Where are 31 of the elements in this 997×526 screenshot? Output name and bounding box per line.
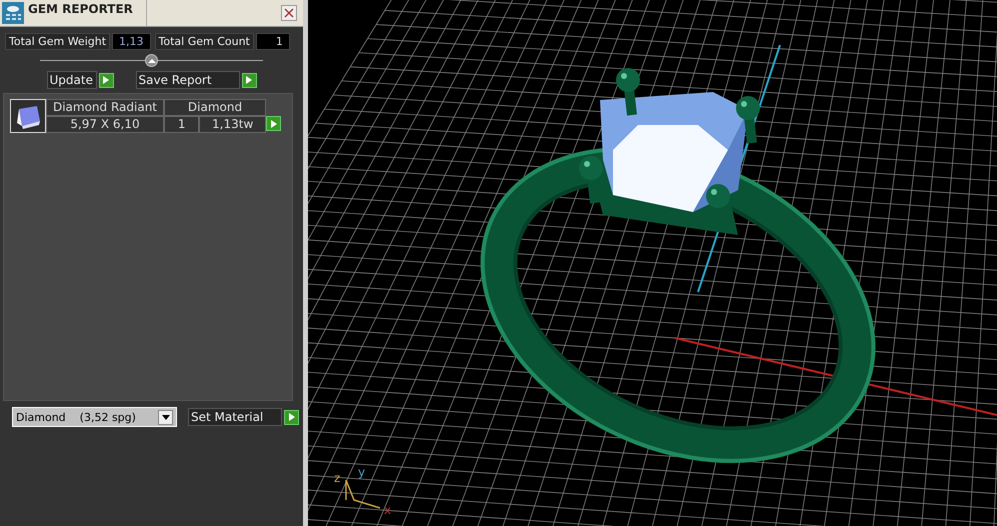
action-button[interactable]: Save Report [136,71,240,89]
play-icon [288,413,294,421]
set-material-button[interactable]: Set Material [188,408,282,426]
play-icon [246,76,252,84]
play-icon [270,120,276,128]
material-dropdown[interactable]: Diamond (3,52 spg) [12,407,177,427]
app-icon [2,2,24,24]
caret-up-icon [148,58,156,64]
stat-label: Total Gem Weight [5,33,110,50]
dropdown-value: Diamond [16,410,66,424]
table-cell: 5,97 X 6,10 [46,116,164,133]
table-cell: Diamond Radiant [46,99,164,116]
close-button[interactable] [281,5,297,21]
axis-triad-icon [345,479,381,509]
play-arrow-button[interactable] [284,410,299,424]
close-icon [284,8,294,18]
table-cell: 1,13tw [199,116,266,133]
dropdown-value: (3,52 spg) [80,410,137,424]
table-cell: 1 [164,116,200,133]
play-arrow-button[interactable] [242,72,256,88]
axis-label: y [358,465,366,479]
collapse-button[interactable] [145,54,158,67]
stat-label: Total Gem Count [154,33,254,50]
table-cell: Diamond [164,99,266,116]
action-button[interactable]: Update [46,71,96,89]
panel-title: GEM REPORTER [28,0,147,26]
play-icon [103,76,109,84]
stat-value: 1,13 [112,33,151,50]
stat-value: 1 [256,33,290,50]
gem-thumbnail[interactable] [10,99,46,133]
play-arrow-button[interactable] [98,72,114,88]
